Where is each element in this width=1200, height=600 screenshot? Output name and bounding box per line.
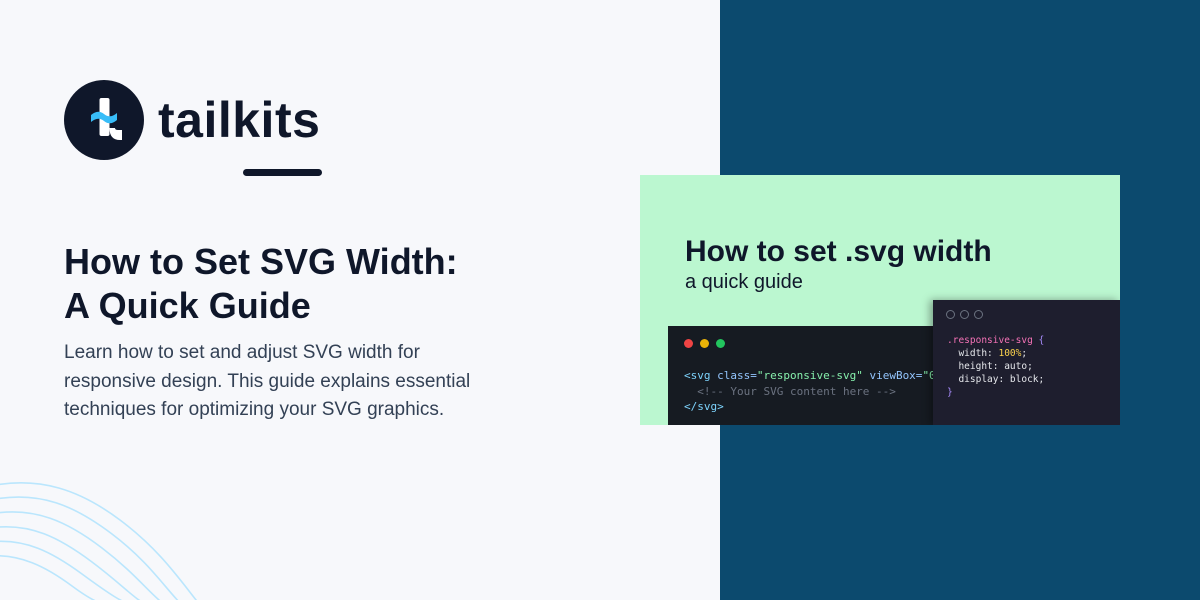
tailkits-logo-icon [64, 80, 144, 160]
close-dot-icon [684, 339, 693, 348]
code-line-1: <svg class="responsive-svg" viewBox="0 [684, 369, 936, 382]
css-close-brace: } [947, 387, 953, 398]
css-code-window: .responsive-svg { width: 100%; height: a… [933, 300, 1120, 425]
window-controls [684, 339, 732, 348]
brand-name: tailkits [158, 92, 321, 148]
maximize-dot-icon [716, 339, 725, 348]
code-line-2: <!-- Your SVG content here --> [684, 384, 896, 398]
left-panel: tailkits How to Set SVG Width: A Quick G… [0, 0, 720, 600]
decorative-waves [0, 482, 198, 600]
logo-underline [243, 169, 322, 176]
close-dot-icon [946, 310, 955, 319]
html-code-block: <svg class="responsive-svg" viewBox="0 <… [684, 368, 936, 415]
card-subtitle: a quick guide [685, 271, 803, 293]
preview-card: How to set .svg width a quick guide <svg… [640, 175, 1120, 425]
code-line-3: </svg> [684, 400, 724, 413]
css-width-line: width: 100%; [947, 348, 1028, 359]
minimize-dot-icon [960, 310, 969, 319]
css-height-line: height: auto; [947, 361, 1033, 372]
title-line-2: A Quick Guide [64, 285, 311, 326]
css-display-line: display: block; [947, 374, 1045, 385]
maximize-dot-icon [974, 310, 983, 319]
page-description: Learn how to set and adjust SVG width fo… [64, 342, 471, 420]
minimize-dot-icon [700, 339, 709, 348]
css-code-block: .responsive-svg { width: 100%; height: a… [947, 335, 1045, 398]
brand-logo[interactable]: tailkits [64, 80, 320, 160]
window-controls [946, 310, 988, 319]
css-selector: .responsive-svg [947, 335, 1033, 346]
card-title: How to set .svg width [685, 235, 992, 268]
page-title: How to Set SVG Width: A Quick Guide [64, 240, 524, 328]
title-line-1: How to Set SVG Width: [64, 241, 458, 282]
